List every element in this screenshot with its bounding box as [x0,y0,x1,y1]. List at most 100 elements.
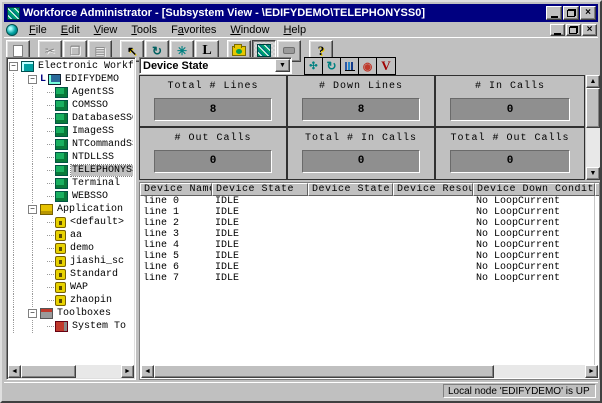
table-row[interactable]: line 0IDLENo LoopCurrent [140,196,599,207]
cell [595,218,599,229]
tree-guide [13,190,28,203]
app-icon [55,230,66,241]
table-horizontal-scrollbar[interactable]: ◄ ► [141,365,598,378]
scroll-thumb[interactable] [21,365,76,378]
table-row[interactable]: line 4IDLENo LoopCurrent [140,240,599,251]
node-status: Local node 'EDIFYDEMO' is UP [443,384,596,398]
scroll-track[interactable] [76,365,121,378]
tree-item-imagess[interactable]: ImageSS [9,125,133,138]
sub-icon [55,152,68,163]
tree-item-websso[interactable]: WEBSSO [9,190,133,203]
cell [393,251,473,262]
stat-value: 0 [450,150,570,173]
cut-icon: ✂ [45,44,55,58]
scroll-right-icon[interactable]: ► [585,365,598,378]
cell [308,262,393,273]
restore-button[interactable] [563,6,579,20]
tree-item-electronic-workfor[interactable]: −Electronic Workfor [9,60,133,73]
tree-item-databasesso[interactable]: DatabaseSSO [9,112,133,125]
table-body: line 0IDLENo LoopCurrentline 1IDLENo Loo… [140,196,599,365]
cell [308,251,393,262]
tree-item-comsso[interactable]: COMSSO [9,99,133,112]
stat-panel-toolbar: ✣↻ ◉V [304,57,396,75]
scroll-left-icon[interactable]: ◄ [141,365,154,378]
menu-item-file[interactable]: File [22,23,54,37]
table-row[interactable]: line 1IDLENo LoopCurrent [140,207,599,218]
tree-item-system-to[interactable]: System To [9,320,133,333]
mdi-restore-button[interactable] [566,24,581,36]
alarm-button[interactable]: ◉ [359,58,377,74]
table-row[interactable]: line 6IDLENo LoopCurrent [140,262,599,273]
mdi-close-button[interactable]: × [582,24,597,36]
column-header-device-state-a-[interactable]: Device State A... [308,183,393,196]
tree-item-demo[interactable]: demo [9,242,133,255]
tree-guide [13,203,28,216]
app-icon [55,295,66,306]
scroll-track[interactable] [586,128,600,167]
cell: IDLE [212,251,308,262]
tree-item-toolboxes[interactable]: −Toolboxes [9,307,133,320]
tree-item-standard[interactable]: Standard [9,268,133,281]
tree-item-ntdllss[interactable]: NTDLLSS [9,151,133,164]
validate-button[interactable]: V [377,58,395,74]
table-row[interactable]: line 5IDLENo LoopCurrent [140,251,599,262]
scroll-track[interactable] [494,365,585,378]
column-header-device-state[interactable]: Device State [212,183,308,196]
tree-item-jiashi-sc[interactable]: jiashi_sc [9,255,133,268]
scroll-thumb[interactable] [154,365,494,378]
table-row[interactable]: line 3IDLENo LoopCurrent [140,229,599,240]
tree-item-label: jiashi_sc [69,256,125,267]
minimize-button[interactable] [546,6,562,20]
refresh-view-button[interactable]: ↻ [323,58,341,74]
tree-guide [32,229,47,242]
tree-item-zhaopin[interactable]: zhaopin [9,294,133,307]
expander-minus-icon[interactable]: − [28,75,37,84]
menu-item-edit[interactable]: Edit [54,23,87,37]
column-header-extra[interactable] [595,183,600,196]
scroll-left-icon[interactable]: ◄ [8,365,21,378]
tree-guide [13,320,28,333]
tree-guide [47,235,54,236]
bar-chart-button[interactable] [341,58,359,74]
tree-item--default-[interactable]: <default> [9,216,133,229]
menu-item-help[interactable]: Help [276,23,313,37]
menu-item-favorites[interactable]: Favorites [164,23,223,37]
tree-guide [47,157,54,158]
scroll-down-icon[interactable]: ▼ [586,167,600,180]
stats-vertical-scrollbar[interactable]: ▲ ▼ [586,75,600,180]
column-header-device-resou-[interactable]: Device Resou... [393,183,473,196]
tree-item-edifydemo[interactable]: −LEDIFYDEMO [9,73,133,86]
close-button[interactable]: × [580,6,596,20]
scroll-thumb[interactable] [586,88,600,128]
sub-icon [55,191,68,202]
tree-guide [32,151,47,164]
tree-item-aa[interactable]: aa [9,229,133,242]
tree-guide [47,144,54,145]
menu-item-tools[interactable]: Tools [124,23,164,37]
menu-item-view[interactable]: View [87,23,125,37]
chevron-down-icon[interactable]: ▼ [275,59,290,72]
expander-minus-icon[interactable]: − [28,205,37,214]
column-header-device-name[interactable]: Device Name [140,183,212,196]
tree-item-agentss[interactable]: AgentSS [9,86,133,99]
table-row[interactable]: line 7IDLENo LoopCurrent [140,273,599,284]
tree-item-ntcommandss[interactable]: NTCommandSS [9,138,133,151]
tree-item-terminal[interactable]: Terminal [9,177,133,190]
mdi-minimize-button[interactable] [550,24,565,36]
tree-guide [13,99,28,112]
tree: −Electronic Workfor−LEDIFYDEMOAgentSSCOM… [9,60,133,364]
tree-horizontal-scrollbar[interactable]: ◄ ► [8,365,134,378]
tree-item-application[interactable]: −Application [9,203,133,216]
scroll-up-icon[interactable]: ▲ [586,75,600,88]
scroll-right-icon[interactable]: ► [121,365,134,378]
expander-minus-icon[interactable]: − [28,309,37,318]
tree-item-wap[interactable]: WAP [9,281,133,294]
column-header-device-down-condition[interactable]: Device Down Condition [473,183,595,196]
table-row[interactable]: line 2IDLENo LoopCurrent [140,218,599,229]
menu-item-window[interactable]: Window [223,23,276,37]
tree-item-telephonyss0[interactable]: TELEPHONYSS0 [9,164,133,177]
monitor-settings-button[interactable]: ✣ [305,58,323,74]
expander-minus-icon[interactable]: − [9,62,18,71]
stat-view-dropdown[interactable]: Device State ▼ [139,57,292,74]
mdi-document-icon[interactable] [6,24,18,36]
